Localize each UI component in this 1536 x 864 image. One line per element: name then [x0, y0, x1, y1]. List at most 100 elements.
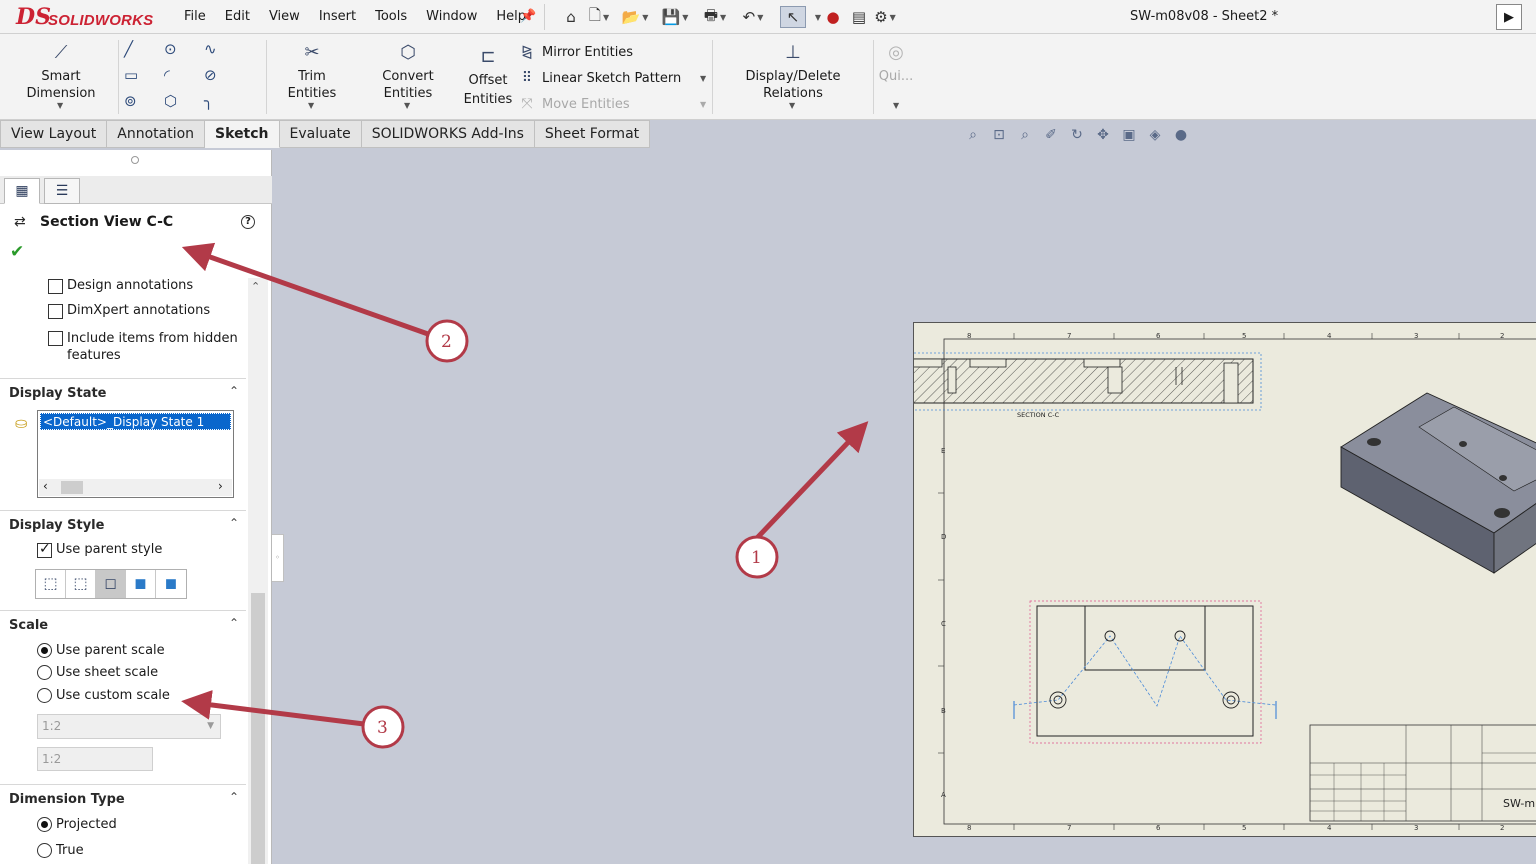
tab-annotation[interactable]: Annotation [107, 120, 206, 148]
zoom-to-area-icon[interactable]: ⊡ [988, 124, 1010, 146]
tab-sheet-format[interactable]: Sheet Format [534, 120, 651, 148]
ellipse-icon[interactable]: ⊘ [204, 66, 228, 86]
linear-sketch-pattern-button[interactable]: ⠿ Linear Sketch Pattern [518, 70, 681, 86]
configuration-manager-tab[interactable]: ☰ [44, 178, 80, 204]
shaded-icon[interactable]: ◼ [156, 570, 186, 598]
chevron-up-icon[interactable]: ⌃ [229, 790, 239, 804]
tab-sketch[interactable]: Sketch [205, 120, 280, 148]
tab-solidworks-add-ins[interactable]: SOLIDWORKS Add-Ins [361, 120, 535, 148]
use-parent-scale-radio[interactable]: Use parent scale [37, 643, 165, 658]
options-button[interactable]: ⚙ ▼ [872, 6, 898, 28]
print-button[interactable]: 🖶 ▼ [702, 6, 728, 28]
pin-menu-icon[interactable]: 📌 [520, 9, 536, 25]
appearance-icon[interactable]: ● [1170, 124, 1192, 146]
menu-tools[interactable]: Tools [365, 9, 416, 24]
display-style-group-header[interactable]: Display Style ⌃ [0, 510, 246, 536]
pan-view-icon[interactable]: ✥ [1092, 124, 1114, 146]
menu-window[interactable]: Window [416, 9, 486, 24]
rebuild-button[interactable]: ● [820, 6, 846, 28]
use-parent-style-checkbox[interactable]: Use parent style [37, 541, 162, 558]
dimxpert-annotations-checkbox[interactable]: DimXpert annotations [48, 303, 210, 319]
parent-top-view[interactable] [1013, 600, 1277, 744]
quick-snaps-button[interactable]: ◎ Qui... [876, 44, 916, 85]
line-icon[interactable]: ╱ [124, 40, 148, 60]
offset-entities-button[interactable]: ⊏ Offset Entities [462, 48, 514, 108]
help-icon[interactable]: ? [241, 215, 255, 229]
chevron-right-icon[interactable]: › [218, 479, 223, 493]
menu-file[interactable]: File [174, 9, 215, 24]
use-sheet-scale-radio[interactable]: Use sheet scale [37, 665, 158, 680]
rotate-view-icon[interactable]: ↻ [1066, 124, 1088, 146]
undo-button[interactable]: ↶ ▼ [740, 6, 766, 28]
display-state-list[interactable]: <Default>_Display State 1 ‹ › [37, 410, 234, 498]
projected-radio[interactable]: Projected [37, 817, 117, 832]
panel-collapse-handle[interactable]: ◦ [272, 534, 284, 582]
mirror-entities-button[interactable]: ⧎ Mirror Entities [518, 44, 633, 60]
open-button[interactable]: 📂 ▼ [622, 6, 649, 28]
panel-resize-handle[interactable] [131, 156, 139, 164]
zoom-to-selection-icon[interactable]: ✐ [1040, 124, 1062, 146]
hidden-lines-removed-icon[interactable]: ◻ [96, 570, 126, 598]
view-orientation-icon[interactable]: ▣ [1118, 124, 1140, 146]
chevron-up-icon[interactable]: ⌃ [229, 616, 239, 630]
chevron-down-icon[interactable]: ▼ [700, 74, 706, 83]
hidden-lines-visible-icon[interactable]: ⬚ [66, 570, 96, 598]
list-item[interactable]: <Default>_Display State 1 [40, 413, 231, 430]
tab-view-layout[interactable]: View Layout [0, 120, 108, 148]
home-button[interactable]: ⌂ [558, 6, 584, 28]
chevron-down-icon[interactable]: ▼ [404, 101, 410, 110]
circle-icon[interactable]: ⊙ [164, 40, 188, 60]
display-delete-relations-button[interactable]: ⊥ Display/Delete Relations [716, 44, 870, 102]
convert-entities-button[interactable]: ⬡ Convert Entities [356, 44, 460, 102]
ok-checkmark-icon[interactable]: ✔ [10, 242, 24, 262]
chevron-up-icon[interactable]: ⌃ [229, 516, 239, 530]
chevron-down-icon[interactable]: ▼ [789, 101, 795, 110]
move-entities-button[interactable]: ⤧ Move Entities [518, 96, 629, 112]
chevron-left-icon[interactable]: ‹ [43, 479, 48, 493]
trim-entities-button[interactable]: ✂ Trim Entities [272, 44, 352, 102]
true-radio[interactable]: True [37, 843, 84, 858]
scrollbar-thumb[interactable] [61, 481, 83, 494]
property-manager-tab[interactable]: ▦ [4, 178, 40, 204]
new-document-button[interactable]: 🗋 ▼ [586, 6, 612, 28]
command-search-icon[interactable]: ▶ [1496, 4, 1522, 30]
design-annotations-checkbox[interactable]: Design annotations [48, 278, 193, 294]
menu-insert[interactable]: Insert [309, 9, 365, 24]
zoom-in-out-icon[interactable]: ⌕ [1014, 124, 1036, 146]
include-hidden-features-checkbox[interactable]: Include items from hidden features [48, 330, 238, 364]
spline-icon[interactable]: ∿ [204, 40, 228, 60]
chevron-down-icon[interactable]: ▼ [308, 101, 314, 110]
rectangle-icon[interactable]: ▭ [124, 66, 148, 86]
chevron-up-icon[interactable]: ⌃ [229, 384, 239, 398]
scrollbar-thumb[interactable] [251, 593, 265, 864]
horizontal-scrollbar[interactable]: ‹ › [39, 479, 232, 496]
display-style-icon[interactable]: ◈ [1144, 124, 1166, 146]
menu-edit[interactable]: Edit [215, 9, 259, 24]
isometric-view[interactable] [1340, 392, 1536, 574]
zoom-to-fit-icon[interactable]: ⌕ [962, 124, 984, 146]
tab-evaluate[interactable]: Evaluate [279, 120, 362, 148]
use-custom-scale-radio[interactable]: Use custom scale [37, 688, 170, 703]
shaded-with-edges-icon[interactable]: ◼ [126, 570, 156, 598]
fillet-icon[interactable]: ╮ [204, 92, 228, 112]
chevron-down-icon[interactable]: ▼ [893, 101, 899, 110]
section-view-c-c[interactable]: SECTION C-C [914, 352, 1262, 419]
file-properties-button[interactable]: ▤ [846, 6, 872, 28]
scale-group-header[interactable]: Scale ⌃ [0, 610, 246, 636]
wireframe-icon[interactable]: ⬚ [36, 570, 66, 598]
chevron-down-icon[interactable]: ▼ [57, 101, 63, 110]
solidworks-logo[interactable]: DS SOLIDWORKS [10, 4, 154, 30]
save-button[interactable]: 💾 ▼ [662, 6, 689, 28]
chevron-down-icon[interactable]: ▼ [700, 100, 706, 109]
chevron-up-icon[interactable]: ⌃ [251, 280, 260, 293]
custom-scale-input[interactable]: 1:2 [37, 747, 153, 771]
display-state-group-header[interactable]: Display State ⌃ [0, 378, 246, 404]
arc-icon[interactable]: ◜ [164, 66, 188, 86]
menu-view[interactable]: View [259, 9, 309, 24]
custom-scale-dropdown[interactable]: 1:2 ▼ [37, 714, 221, 739]
polygon-icon[interactable]: ⬡ [164, 92, 188, 112]
select-button[interactable]: ↖ [780, 6, 806, 28]
section-line[interactable] [1013, 635, 1277, 707]
smart-dimension-button[interactable]: ⟋ Smart Dimension [6, 44, 116, 102]
drawing-sheet[interactable]: 8 7 6 5 4 3 2 8 7 6 5 4 3 2 E D C B A SE… [913, 322, 1536, 837]
